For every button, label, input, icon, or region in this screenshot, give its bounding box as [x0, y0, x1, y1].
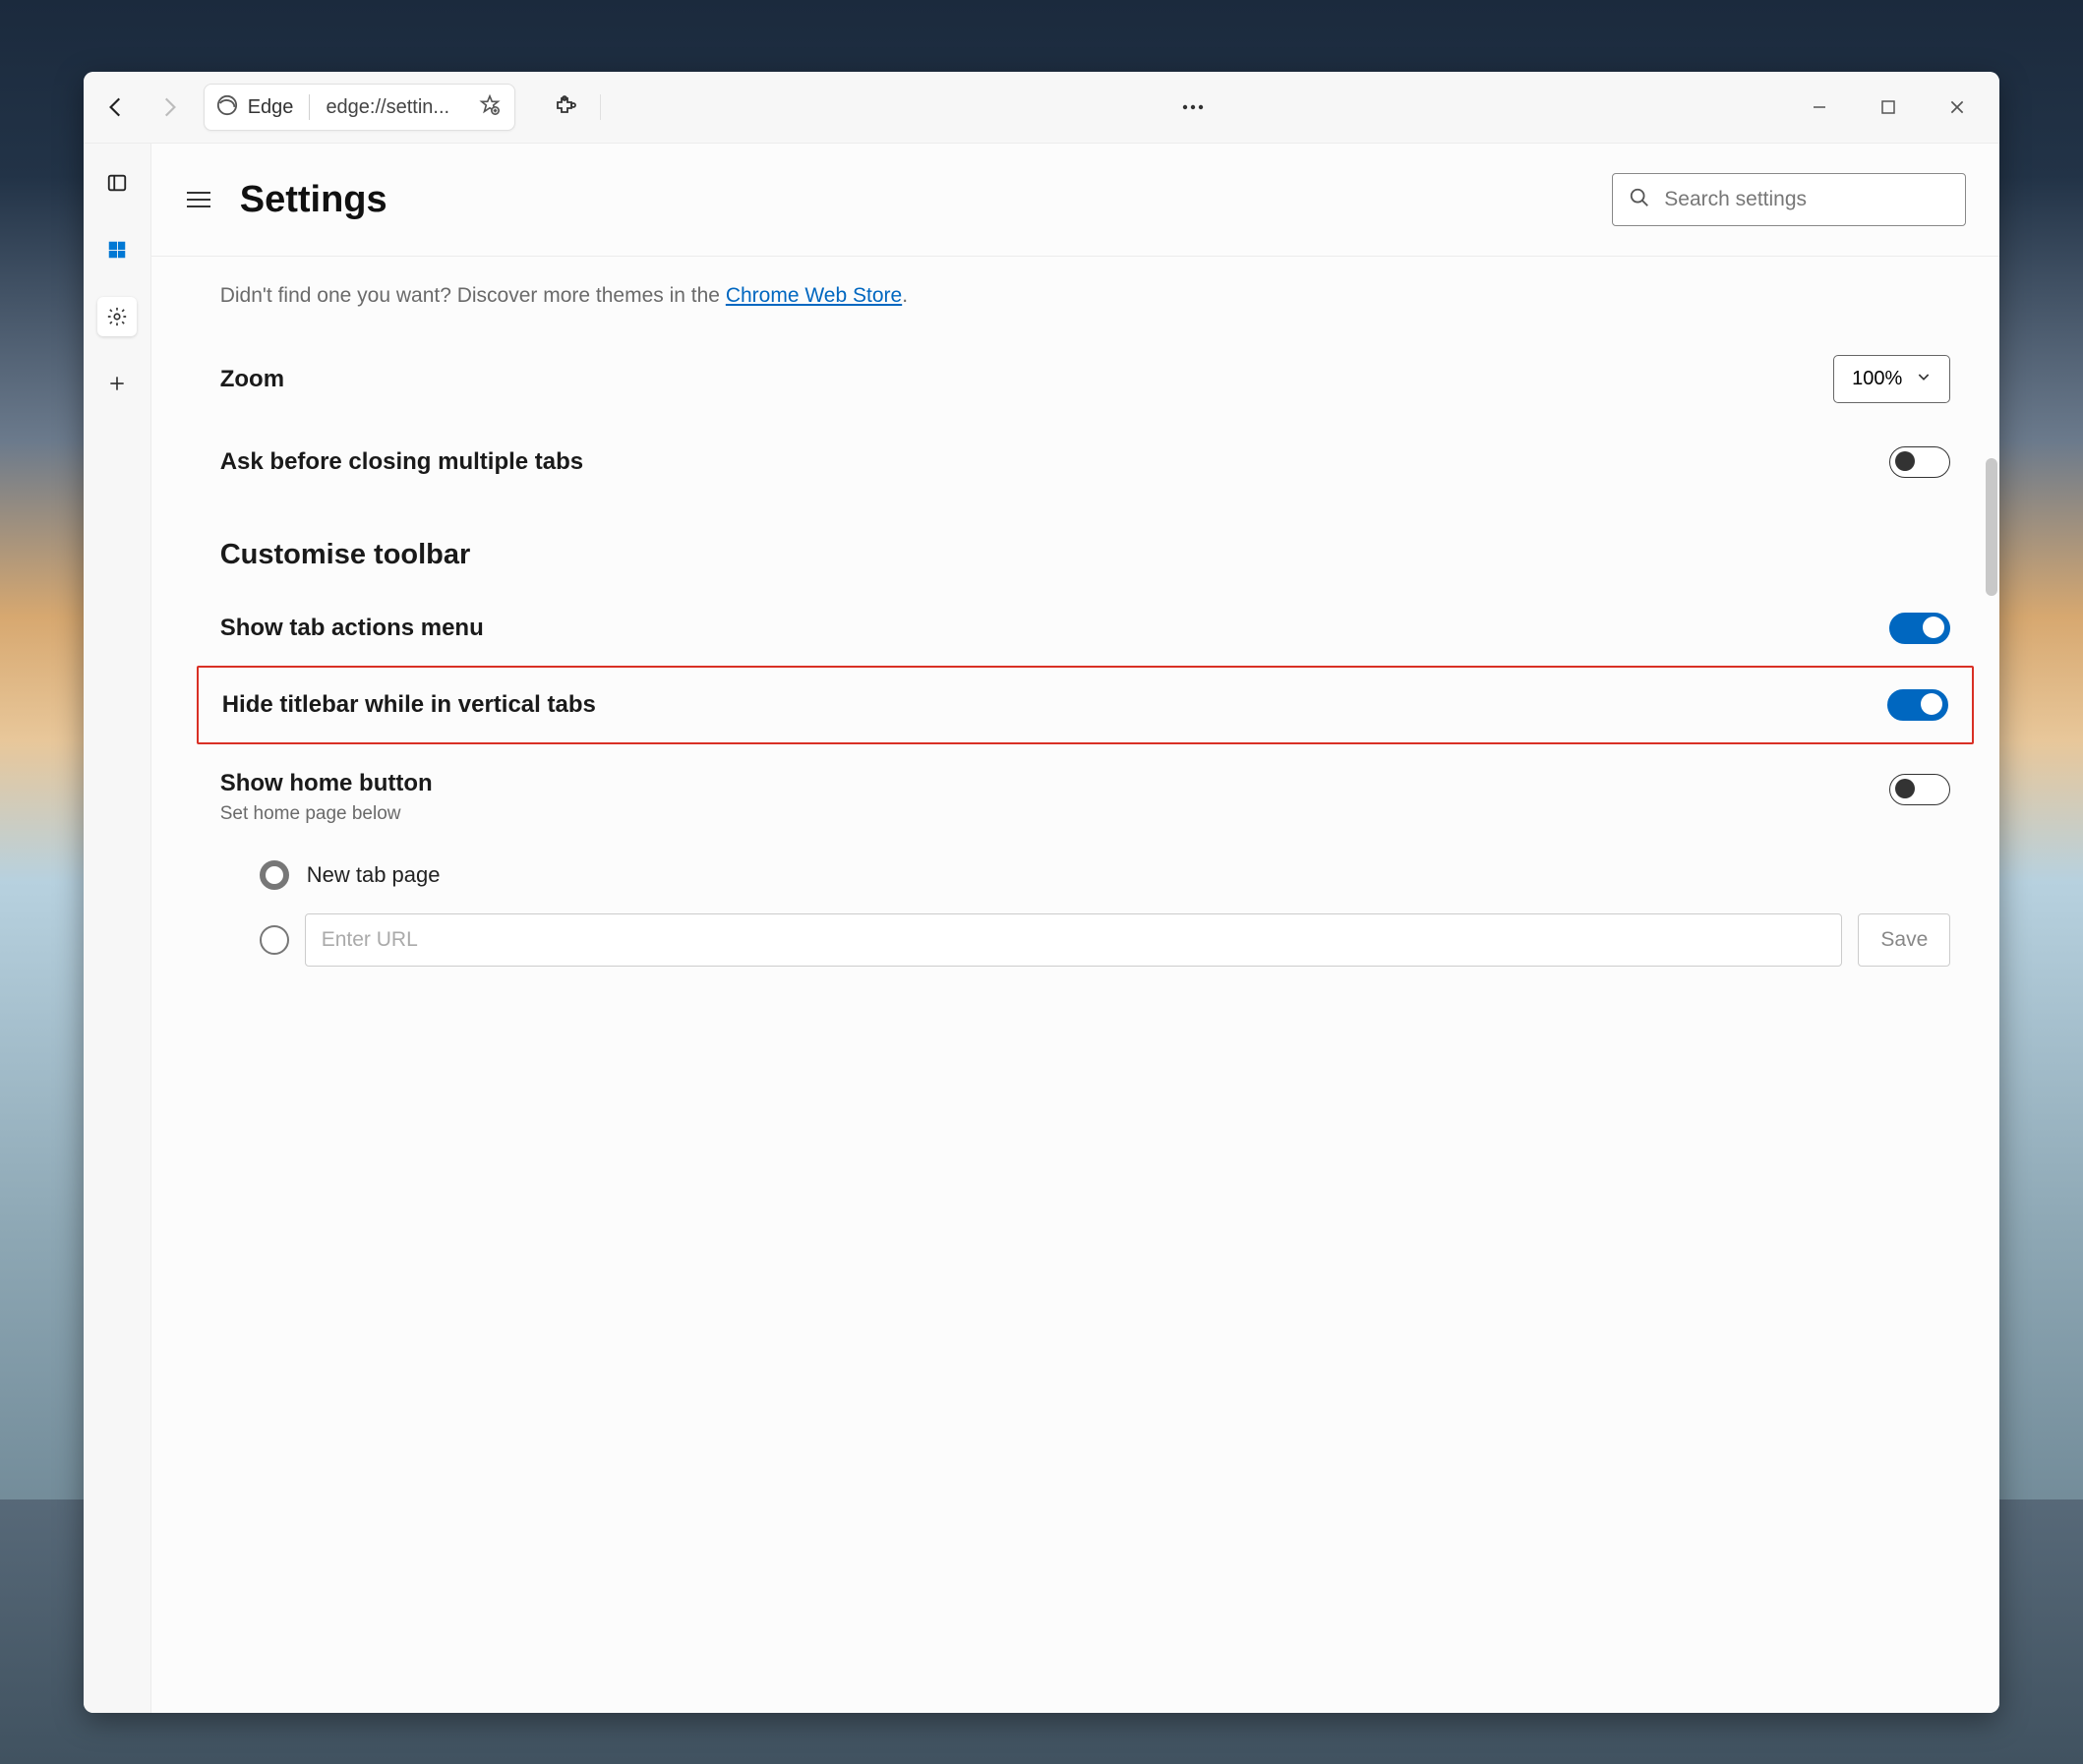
- hide-titlebar-row: Hide titlebar while in vertical tabs: [222, 685, 1949, 725]
- titlebar: Edge edge://settin...: [84, 72, 2000, 143]
- custom-url-radio[interactable]: [260, 925, 289, 955]
- ask-before-close-row: Ask before closing multiple tabs: [220, 425, 1951, 500]
- zoom-label: Zoom: [220, 366, 284, 393]
- search-input[interactable]: [1664, 188, 1949, 211]
- extensions-icon[interactable]: [543, 86, 586, 129]
- maximize-button[interactable]: [1874, 92, 1903, 122]
- new-tab-button[interactable]: [97, 364, 137, 403]
- zoom-value: 100%: [1852, 368, 1902, 390]
- chrome-web-store-link[interactable]: Chrome Web Store: [726, 284, 902, 307]
- save-button[interactable]: Save: [1858, 913, 1950, 967]
- zoom-select[interactable]: 100%: [1833, 355, 1950, 403]
- new-tab-page-label: New tab page: [307, 862, 441, 888]
- show-tab-actions-row: Show tab actions menu: [220, 591, 1951, 666]
- new-tab-page-radio-row: New tab page: [220, 847, 1951, 904]
- zoom-row: Zoom 100%: [220, 333, 1951, 425]
- settings-scroll[interactable]: Didn't find one you want? Discover more …: [151, 257, 2000, 1712]
- home-button-toggle[interactable]: [1889, 774, 1950, 805]
- forward-button[interactable]: [145, 83, 194, 132]
- edge-icon: [216, 94, 238, 121]
- home-button-row: Show home button Set home page below: [220, 744, 1951, 847]
- more-icon[interactable]: [1171, 86, 1215, 129]
- page-title: Settings: [240, 179, 387, 221]
- pinned-tab-windows[interactable]: [97, 230, 137, 269]
- chevron-down-icon: [1916, 368, 1932, 390]
- back-button[interactable]: [91, 83, 141, 132]
- toolbar-separator: [600, 94, 601, 120]
- home-url-input[interactable]: [305, 913, 1843, 967]
- search-icon: [1629, 187, 1650, 213]
- vertical-tabs-sidebar: [84, 144, 150, 1712]
- show-tab-actions-label: Show tab actions menu: [220, 615, 484, 642]
- close-button[interactable]: [1942, 92, 1972, 122]
- tab-separator: [309, 94, 310, 120]
- hint-prefix: Didn't find one you want? Discover more …: [220, 284, 726, 307]
- search-box[interactable]: [1612, 173, 1966, 226]
- browser-window: Edge edge://settin...: [84, 72, 2000, 1712]
- home-button-sub: Set home page below: [220, 803, 433, 825]
- pinned-tab-settings[interactable]: [97, 297, 137, 336]
- settings-header: Settings: [151, 144, 2000, 257]
- home-button-label: Show home button: [220, 770, 433, 797]
- tab-name: Edge: [248, 96, 294, 119]
- minimize-button[interactable]: [1805, 92, 1834, 122]
- hide-titlebar-label: Hide titlebar while in vertical tabs: [222, 691, 596, 719]
- scrollbar-thumb[interactable]: [1986, 458, 1997, 596]
- active-tab[interactable]: Edge edge://settin...: [204, 84, 515, 131]
- home-url-row: Save: [220, 904, 1951, 976]
- tab-actions-button[interactable]: [97, 163, 137, 203]
- tab-url: edge://settin...: [326, 96, 449, 119]
- ask-before-close-label: Ask before closing multiple tabs: [220, 448, 583, 476]
- theme-hint: Didn't find one you want? Discover more …: [220, 284, 1951, 308]
- ask-before-close-toggle[interactable]: [1889, 446, 1950, 478]
- hide-titlebar-toggle[interactable]: [1887, 689, 1948, 721]
- settings-content: Settings Didn't find one you want? Disco…: [150, 144, 2000, 1712]
- customise-toolbar-title: Customise toolbar: [220, 539, 1951, 571]
- show-tab-actions-toggle[interactable]: [1889, 613, 1950, 644]
- settings-menu-button[interactable]: [181, 186, 216, 213]
- hide-titlebar-highlight: Hide titlebar while in vertical tabs: [197, 666, 1975, 744]
- favorite-icon[interactable]: [479, 94, 501, 121]
- new-tab-page-radio[interactable]: [260, 860, 289, 890]
- hint-suffix: .: [902, 284, 908, 307]
